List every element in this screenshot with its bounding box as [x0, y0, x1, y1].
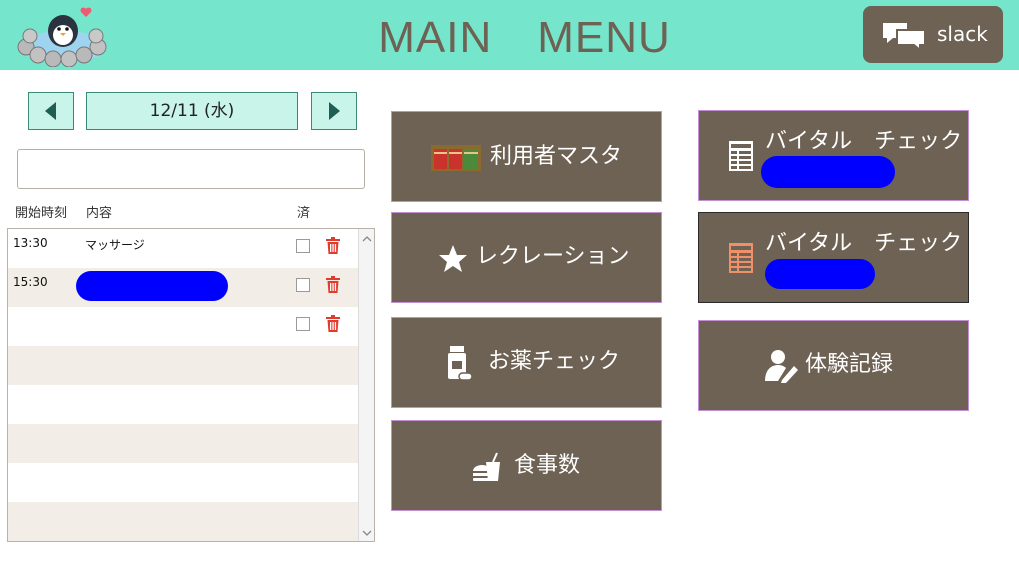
row-content: マッサージ	[85, 238, 145, 252]
scroll-up-icon[interactable]	[360, 231, 374, 245]
experience-record-label: 体験記録	[805, 352, 894, 377]
binders-icon	[430, 144, 482, 176]
table-row[interactable]	[8, 346, 358, 385]
trash-icon[interactable]	[326, 276, 340, 297]
medicine-check-label: お薬チェック	[488, 349, 621, 374]
trash-icon[interactable]	[326, 237, 340, 258]
redaction-mark	[765, 259, 875, 289]
scroll-down-icon[interactable]	[360, 525, 374, 539]
medicine-bottle-icon	[447, 346, 473, 386]
done-checkbox[interactable]	[296, 317, 310, 331]
list-scrollbar[interactable]	[358, 229, 374, 541]
done-checkbox[interactable]	[296, 278, 310, 292]
user-master-label: 利用者マスタ	[490, 144, 623, 169]
vital-check-button-1[interactable]: バイタル チェック	[698, 110, 969, 201]
prev-day-button[interactable]	[28, 92, 74, 130]
row-time: 13:30	[13, 236, 48, 250]
vital-check-label-2: バイタル チェック	[765, 231, 963, 256]
chat-bubbles-icon	[883, 23, 926, 49]
meal-count-label: 食事数	[514, 453, 581, 478]
arrow-right-icon	[329, 102, 340, 120]
next-day-button[interactable]	[311, 92, 357, 130]
table-row[interactable]	[8, 502, 358, 541]
row-time: 15:30	[13, 275, 48, 289]
slack-button-label: slack	[937, 22, 988, 46]
trash-icon[interactable]	[326, 315, 340, 336]
medicine-check-button[interactable]: お薬チェック	[391, 317, 662, 408]
arrow-left-icon	[45, 102, 56, 120]
table-row[interactable]	[8, 385, 358, 424]
table-row[interactable]	[8, 307, 358, 346]
schedule-list[interactable]: 13:30 マッサージ 15:30	[7, 228, 375, 542]
date-display: 12/11 (水)	[86, 92, 298, 130]
slack-button[interactable]: slack	[863, 6, 1003, 63]
redaction-mark	[761, 156, 895, 188]
col-start-time: 開始時刻	[15, 206, 68, 221]
recreation-button[interactable]: レクレーション	[391, 212, 662, 303]
vital-check-label-1: バイタル チェック	[765, 129, 963, 154]
schedule-input[interactable]	[17, 149, 365, 189]
header-bar: MAIN MENU slack	[0, 0, 1019, 70]
table-row[interactable]: 13:30 マッサージ	[8, 229, 358, 268]
col-content: 内容	[86, 206, 113, 221]
table-row[interactable]: 15:30	[8, 268, 358, 307]
vital-check-button-2[interactable]: バイタル チェック	[698, 212, 969, 303]
table-row[interactable]	[8, 463, 358, 502]
user-master-button[interactable]: 利用者マスタ	[391, 111, 662, 202]
experience-record-button[interactable]: 体験記録	[698, 320, 969, 411]
table-row[interactable]	[8, 424, 358, 463]
redaction-mark	[76, 271, 228, 301]
done-checkbox[interactable]	[296, 239, 310, 253]
star-icon	[438, 244, 468, 277]
col-done: 済	[297, 206, 311, 221]
recreation-label: レクレーション	[476, 244, 630, 269]
spreadsheet-icon	[729, 141, 753, 175]
fast-food-icon	[472, 452, 502, 486]
user-edit-icon	[765, 349, 799, 387]
spreadsheet-icon	[729, 243, 753, 277]
meal-count-button[interactable]: 食事数	[391, 420, 662, 511]
